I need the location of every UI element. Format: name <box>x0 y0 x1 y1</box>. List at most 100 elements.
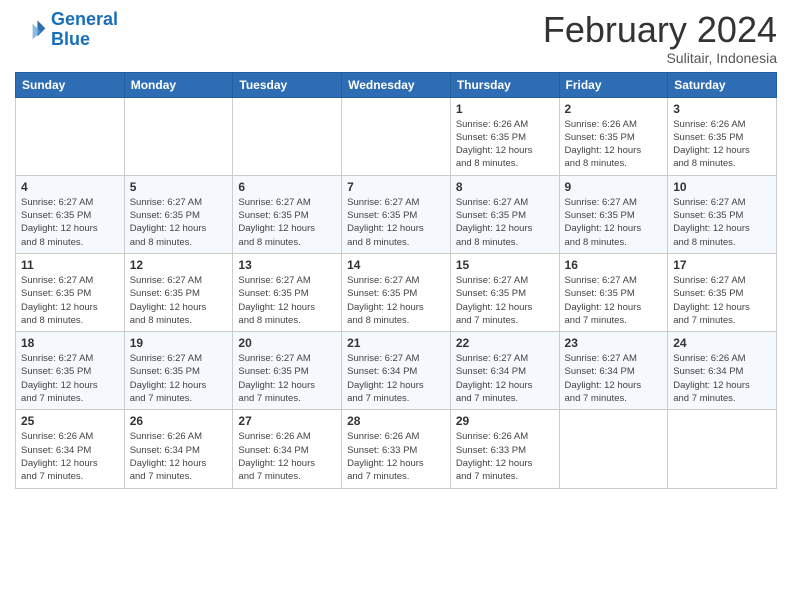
day-cell: 15 Sunrise: 6:27 AMSunset: 6:35 PMDayligh… <box>450 253 559 331</box>
day-info: Sunrise: 6:26 AMSunset: 6:34 PMDaylight:… <box>21 430 119 483</box>
day-cell: 12 Sunrise: 6:27 AMSunset: 6:35 PMDayligh… <box>124 253 233 331</box>
day-info: Sunrise: 6:27 AMSunset: 6:35 PMDaylight:… <box>130 196 228 249</box>
day-cell: 11 Sunrise: 6:27 AMSunset: 6:35 PMDayligh… <box>16 253 125 331</box>
day-info: Sunrise: 6:26 AMSunset: 6:34 PMDaylight:… <box>673 352 771 405</box>
day-info: Sunrise: 6:27 AMSunset: 6:35 PMDaylight:… <box>565 196 663 249</box>
day-cell: 21Sunrise: 6:27 AMSunset: 6:34 PMDayligh… <box>342 332 451 410</box>
day-info: Sunrise: 6:26 AMSunset: 6:34 PMDaylight:… <box>238 430 336 483</box>
day-cell <box>233 97 342 175</box>
day-number: 4 <box>21 180 119 194</box>
header-friday: Friday <box>559 72 668 97</box>
calendar: Sunday Monday Tuesday Wednesday Thursday… <box>15 72 777 489</box>
day-info: Sunrise: 6:26 AMSunset: 6:33 PMDaylight:… <box>456 430 554 483</box>
day-number: 17 <box>673 258 771 272</box>
day-info: Sunrise: 6:27 AMSunset: 6:35 PMDaylight:… <box>347 274 445 327</box>
day-cell: 8 Sunrise: 6:27 AMSunset: 6:35 PMDaylight… <box>450 175 559 253</box>
day-number: 24 <box>673 336 771 350</box>
day-cell: 28 Sunrise: 6:26 AMSunset: 6:33 PMDayligh… <box>342 410 451 488</box>
day-number: 14 <box>347 258 445 272</box>
header-saturday: Saturday <box>668 72 777 97</box>
day-info: Sunrise: 6:27 AMSunset: 6:35 PMDaylight:… <box>130 274 228 327</box>
day-cell: 5 Sunrise: 6:27 AMSunset: 6:35 PMDaylight… <box>124 175 233 253</box>
day-cell: 9Sunrise: 6:27 AMSunset: 6:35 PMDaylight… <box>559 175 668 253</box>
day-number: 20 <box>238 336 336 350</box>
day-number: 11 <box>21 258 119 272</box>
day-cell: 10Sunrise: 6:27 AMSunset: 6:35 PMDayligh… <box>668 175 777 253</box>
week-row-3: 11 Sunrise: 6:27 AMSunset: 6:35 PMDayligh… <box>16 253 777 331</box>
day-number: 3 <box>673 102 771 116</box>
day-info: Sunrise: 6:27 AMSunset: 6:35 PMDaylight:… <box>238 274 336 327</box>
day-number: 8 <box>456 180 554 194</box>
day-number: 27 <box>238 414 336 428</box>
month-title: February 2024 <box>543 10 777 50</box>
page: General Blue February 2024 Sulitair, Ind… <box>0 0 792 612</box>
day-cell: 26 Sunrise: 6:26 AMSunset: 6:34 PMDayligh… <box>124 410 233 488</box>
day-cell: 3 Sunrise: 6:26 AMSunset: 6:35 PMDaylight… <box>668 97 777 175</box>
day-info: Sunrise: 6:27 AMSunset: 6:35 PMDaylight:… <box>21 274 119 327</box>
day-cell <box>16 97 125 175</box>
day-cell: 4 Sunrise: 6:27 AMSunset: 6:35 PMDaylight… <box>16 175 125 253</box>
title-block: February 2024 Sulitair, Indonesia <box>543 10 777 66</box>
day-cell: 17 Sunrise: 6:27 AMSunset: 6:35 PMDayligh… <box>668 253 777 331</box>
week-row-1: 1 Sunrise: 6:26 AMSunset: 6:35 PMDaylight… <box>16 97 777 175</box>
day-info: Sunrise: 6:27 AMSunset: 6:35 PMDaylight:… <box>673 274 771 327</box>
header-thursday: Thursday <box>450 72 559 97</box>
day-cell: 25 Sunrise: 6:26 AMSunset: 6:34 PMDayligh… <box>16 410 125 488</box>
day-info: Sunrise: 6:27 AMSunset: 6:35 PMDaylight:… <box>565 274 663 327</box>
day-number: 28 <box>347 414 445 428</box>
day-cell <box>668 410 777 488</box>
logo-line1: General <box>51 9 118 29</box>
day-cell: 19 Sunrise: 6:27 AMSunset: 6:35 PMDayligh… <box>124 332 233 410</box>
day-info: Sunrise: 6:27 AMSunset: 6:35 PMDaylight:… <box>238 196 336 249</box>
week-row-2: 4 Sunrise: 6:27 AMSunset: 6:35 PMDaylight… <box>16 175 777 253</box>
day-number: 2 <box>565 102 663 116</box>
day-info: Sunrise: 6:27 AMSunset: 6:35 PMDaylight:… <box>130 352 228 405</box>
day-number: 22 <box>456 336 554 350</box>
day-info: Sunrise: 6:27 AMSunset: 6:34 PMDaylight:… <box>565 352 663 405</box>
day-cell <box>559 410 668 488</box>
day-info: Sunrise: 6:27 AMSunset: 6:35 PMDaylight:… <box>456 274 554 327</box>
header-monday: Monday <box>124 72 233 97</box>
day-info: Sunrise: 6:27 AMSunset: 6:35 PMDaylight:… <box>456 196 554 249</box>
location-subtitle: Sulitair, Indonesia <box>543 50 777 66</box>
logo: General Blue <box>15 10 118 50</box>
header-row: Sunday Monday Tuesday Wednesday Thursday… <box>16 72 777 97</box>
day-cell: 14 Sunrise: 6:27 AMSunset: 6:35 PMDayligh… <box>342 253 451 331</box>
day-info: Sunrise: 6:27 AMSunset: 6:35 PMDaylight:… <box>238 352 336 405</box>
day-info: Sunrise: 6:27 AMSunset: 6:35 PMDaylight:… <box>673 196 771 249</box>
day-number: 19 <box>130 336 228 350</box>
day-cell: 6Sunrise: 6:27 AMSunset: 6:35 PMDaylight… <box>233 175 342 253</box>
day-number: 7 <box>347 180 445 194</box>
day-number: 5 <box>130 180 228 194</box>
calendar-body: 1 Sunrise: 6:26 AMSunset: 6:35 PMDaylight… <box>16 97 777 488</box>
day-cell: 16 Sunrise: 6:27 AMSunset: 6:35 PMDayligh… <box>559 253 668 331</box>
day-number: 26 <box>130 414 228 428</box>
day-info: Sunrise: 6:26 AMSunset: 6:34 PMDaylight:… <box>130 430 228 483</box>
day-number: 18 <box>21 336 119 350</box>
day-number: 15 <box>456 258 554 272</box>
logo-icon <box>15 14 47 46</box>
day-info: Sunrise: 6:26 AMSunset: 6:35 PMDaylight:… <box>565 118 663 171</box>
day-number: 1 <box>456 102 554 116</box>
week-row-5: 25 Sunrise: 6:26 AMSunset: 6:34 PMDayligh… <box>16 410 777 488</box>
day-info: Sunrise: 6:27 AMSunset: 6:35 PMDaylight:… <box>21 196 119 249</box>
day-cell: 2 Sunrise: 6:26 AMSunset: 6:35 PMDaylight… <box>559 97 668 175</box>
logo-text: General Blue <box>51 10 118 50</box>
day-info: Sunrise: 6:26 AMSunset: 6:33 PMDaylight:… <box>347 430 445 483</box>
day-cell <box>342 97 451 175</box>
week-row-4: 18 Sunrise: 6:27 AMSunset: 6:35 PMDayligh… <box>16 332 777 410</box>
header-wednesday: Wednesday <box>342 72 451 97</box>
header-tuesday: Tuesday <box>233 72 342 97</box>
day-number: 16 <box>565 258 663 272</box>
day-info: Sunrise: 6:27 AMSunset: 6:34 PMDaylight:… <box>456 352 554 405</box>
day-cell: 13Sunrise: 6:27 AMSunset: 6:35 PMDayligh… <box>233 253 342 331</box>
day-number: 12 <box>130 258 228 272</box>
day-cell: 27 Sunrise: 6:26 AMSunset: 6:34 PMDayligh… <box>233 410 342 488</box>
day-info: Sunrise: 6:26 AMSunset: 6:35 PMDaylight:… <box>673 118 771 171</box>
header-sunday: Sunday <box>16 72 125 97</box>
day-number: 25 <box>21 414 119 428</box>
day-cell: 29Sunrise: 6:26 AMSunset: 6:33 PMDayligh… <box>450 410 559 488</box>
day-cell: 7Sunrise: 6:27 AMSunset: 6:35 PMDaylight… <box>342 175 451 253</box>
calendar-header: Sunday Monday Tuesday Wednesday Thursday… <box>16 72 777 97</box>
day-info: Sunrise: 6:26 AMSunset: 6:35 PMDaylight:… <box>456 118 554 171</box>
